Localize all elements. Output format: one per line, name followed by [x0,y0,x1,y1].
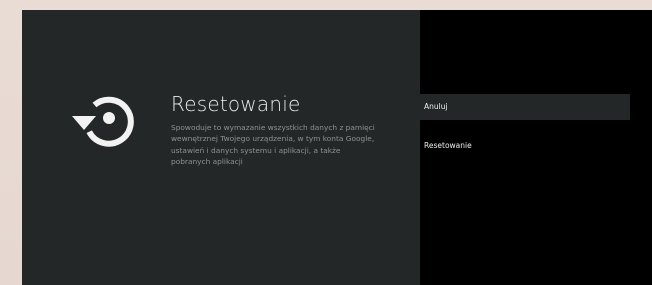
reset-restore-icon [72,96,134,147]
page-title: Resetowanie [171,92,301,116]
reset-description: Spowoduje to wymazanie wszystkich danych… [171,123,375,166]
reset-option[interactable]: Resetowanie [414,133,630,159]
cancel-option[interactable]: Anuluj [414,94,630,120]
